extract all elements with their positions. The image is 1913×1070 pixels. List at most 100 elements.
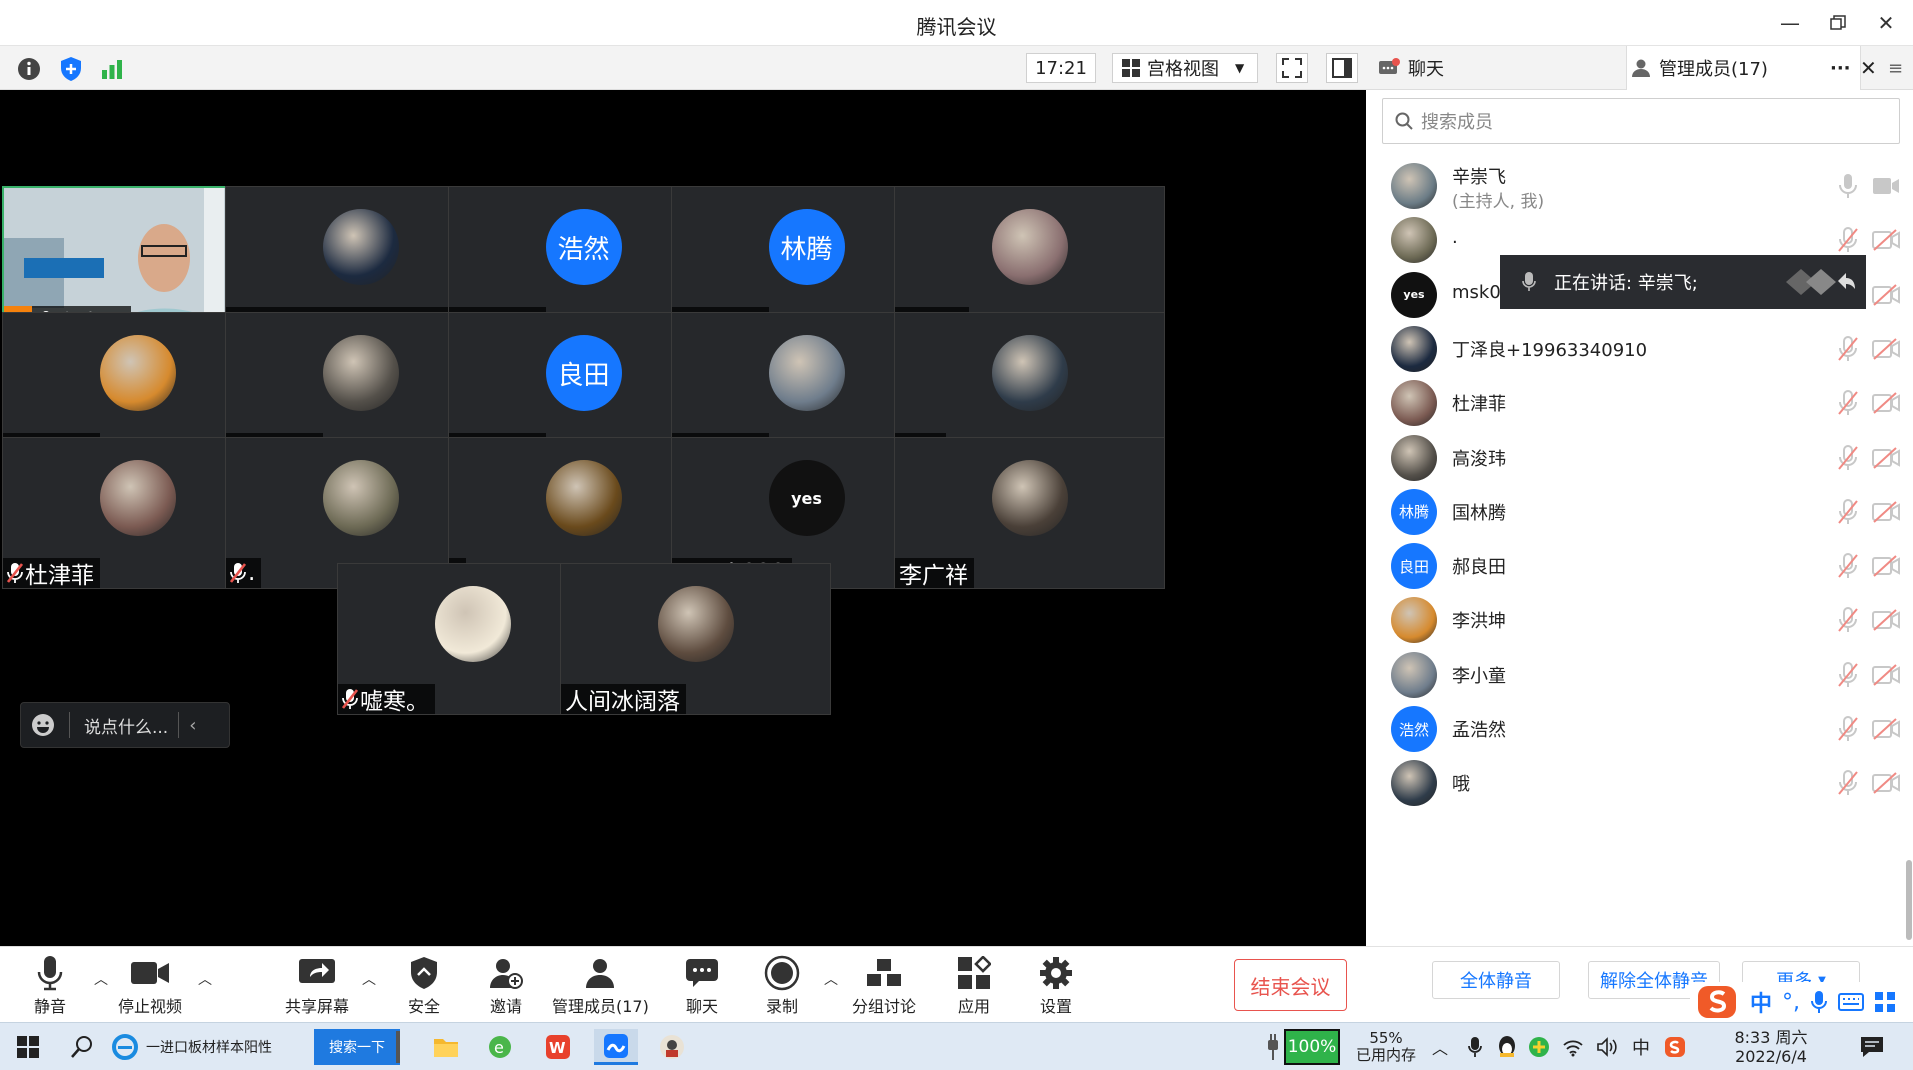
app-taskbar-item[interactable] [652,1029,692,1065]
show-hidden-icons-button[interactable]: ︿ [1428,1029,1452,1065]
qq-tray-icon[interactable] [1494,1029,1520,1065]
tray-ime-indicator[interactable]: 中 [1628,1029,1654,1065]
member-camera-off-icon[interactable] [1872,555,1900,577]
member-mic-off-icon[interactable] [1836,227,1860,253]
security-button[interactable]: 安全 [402,953,446,1019]
end-meeting-button[interactable]: 结束会议 [1234,959,1347,1011]
video-options-caret[interactable]: ︿ [198,969,212,989]
tab-chat[interactable]: 聊天 [1374,46,1614,90]
settings-button[interactable]: 设置 [1034,953,1078,1019]
member-mic-off-icon[interactable] [1836,553,1860,579]
participant-tile[interactable]: 李广祥 [894,437,1165,589]
collapse-chat-icon[interactable]: ‹ [189,715,196,736]
invite-button[interactable]: 邀请 [484,953,528,1019]
punctuation-icon[interactable]: °, [1782,990,1800,1015]
battery-indicator[interactable]: 100% [1284,1029,1340,1065]
shield-icon [411,957,437,989]
member-mic-off-icon[interactable] [1836,770,1860,796]
system-clock[interactable]: 8:33 周六 2022/6/4 [1726,1028,1816,1066]
record-options-caret[interactable]: ︿ [824,969,838,989]
reply-icon[interactable] [1776,267,1856,297]
keyboard-icon[interactable] [1838,992,1865,1012]
emoji-icon[interactable] [31,713,55,737]
voice-input-icon[interactable] [1810,990,1828,1014]
member-mic-off-icon[interactable] [1836,716,1860,742]
member-list: 辛崇飞 (主持人, 我). yes msk039 丁泽良+19963340910 杜津菲高… [1366,90,1913,946]
member-camera-off-icon[interactable] [1872,283,1900,306]
member-mic-off-icon[interactable] [1836,335,1860,362]
wifi-tray-icon[interactable] [1560,1029,1586,1065]
member-camera-off-icon[interactable] [1872,718,1900,740]
manage-members-button[interactable]: 管理成员(17) [552,953,649,1019]
minimize-button[interactable]: — [1772,8,1808,38]
view-mode-dropdown[interactable]: 宫格视图 ▼ [1112,53,1258,83]
member-camera-off-icon[interactable] [1872,663,1900,686]
skin-grid-icon[interactable] [1874,991,1896,1013]
ime-lang-indicator[interactable]: 中 [1750,986,1772,1018]
member-name: 辛崇飞 [1452,167,1506,188]
member-name: . [1452,227,1458,249]
ie-taskbar-item[interactable]: 一进口板材样本阳性 [112,1029,312,1065]
chat-quick-input[interactable]: 说点什么... ‹ [20,702,230,748]
chat-button[interactable]: 聊天 [680,953,724,1019]
tray-mic-icon[interactable] [1462,1029,1488,1065]
member-camera-off-icon[interactable] [1872,772,1900,795]
tencent-meeting-taskbar-item[interactable] [594,1029,638,1065]
apps-button[interactable]: 应用 [952,953,996,1019]
ie-search-button[interactable]: 搜索一下 [314,1029,400,1065]
person-icon [586,959,615,988]
close-panel-button[interactable]: ✕ [1860,46,1877,90]
record-button[interactable]: 录制 [760,953,804,1019]
member-mic-off-icon[interactable] [1836,661,1860,688]
member-list-scrollbar[interactable] [1906,860,1912,940]
mute-all-button[interactable]: 全体静音 [1432,961,1560,999]
breakout-button[interactable]: 分组讨论 [852,953,916,1019]
participant-tile[interactable]: 人间冰阔落 [560,563,831,715]
share-options-caret[interactable]: ︿ [362,969,376,989]
power-plug-icon[interactable] [1262,1029,1284,1065]
member-camera-off-icon[interactable] [1872,501,1900,523]
taskbar-search-button[interactable] [64,1029,100,1065]
close-button[interactable]: ✕ [1868,8,1904,38]
restore-button[interactable] [1820,8,1856,38]
share-screen-button[interactable]: 共享屏幕 [285,953,349,1019]
browser-taskbar-item[interactable]: e [482,1029,518,1065]
member-mic-off-icon[interactable] [1836,444,1860,471]
start-button[interactable] [10,1029,46,1065]
member-row[interactable]: 哦 [1366,750,1913,816]
participant-avatar [99,335,176,411]
member-camera-off-icon[interactable] [1872,338,1900,360]
member-camera-off-icon[interactable] [1872,392,1900,414]
member-mic-off-icon[interactable] [1836,498,1860,525]
security-tray-icon[interactable] [1526,1029,1552,1065]
sogou-logo-icon[interactable] [1696,982,1740,1022]
member-camera-off-icon[interactable] [1872,446,1900,469]
file-explorer-taskbar-item[interactable] [428,1029,464,1065]
more-options-button[interactable]: ··· [1830,46,1851,90]
chat-icon [1379,58,1400,74]
member-camera-off-icon[interactable] [1872,229,1900,252]
info-button[interactable] [14,54,44,84]
memory-indicator[interactable]: 55% 已用内存 [1350,1029,1422,1065]
tab-members[interactable]: 管理成员(17) [1626,46,1861,90]
member-mic-off-icon[interactable] [1836,390,1860,416]
volume-tray-icon[interactable] [1594,1029,1620,1065]
wps-taskbar-item[interactable]: W [540,1029,576,1065]
mute-button[interactable]: 静音 [28,953,72,1019]
member-avatar: 浩然 [1391,706,1437,752]
menu-icon[interactable]: ≡ [1888,46,1903,90]
participant-avatar [322,335,399,411]
member-mic-off-icon[interactable] [1836,607,1860,633]
member-mic-icon[interactable] [1836,173,1860,199]
member-camera-icon[interactable] [1872,175,1900,197]
network-status-button[interactable] [97,54,127,84]
security-status-button[interactable] [56,54,86,84]
stop-video-button[interactable]: 停止视频 [118,953,182,1019]
breakout-rooms-icon [867,959,901,986]
fullscreen-button[interactable] [1276,53,1308,83]
member-camera-off-icon[interactable] [1872,609,1900,632]
sogou-tray-icon[interactable] [1662,1029,1688,1065]
notifications-button[interactable] [1854,1029,1890,1065]
audio-options-caret[interactable]: ︿ [94,969,108,989]
toggle-sidebar-button[interactable] [1326,53,1358,83]
